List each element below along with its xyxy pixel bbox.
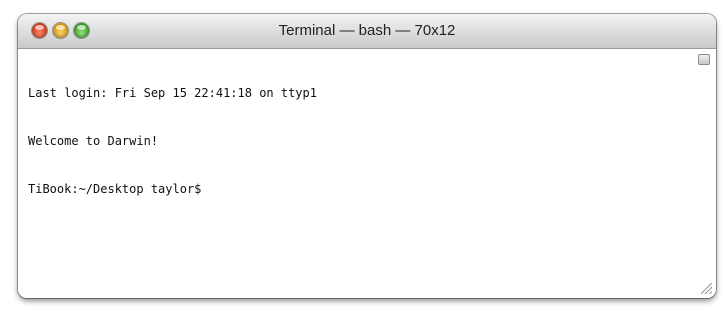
terminal-prompt: TiBook:~/Desktop taylor$: [28, 182, 202, 196]
terminal-line-last-login: Last login: Fri Sep 15 22:41:18 on ttyp1: [28, 86, 317, 100]
title-bar[interactable]: Terminal — bash — 70x12: [18, 14, 716, 49]
zoom-button[interactable]: [74, 23, 89, 38]
toolbar-toggle-icon[interactable]: [698, 54, 710, 65]
window-title: Terminal — bash — 70x12: [278, 22, 456, 39]
terminal-line-welcome: Welcome to Darwin!: [28, 134, 159, 148]
close-button[interactable]: [32, 23, 47, 38]
terminal-output: Last login: Fri Sep 15 22:41:18 on ttyp1…: [28, 53, 317, 229]
desktop: Terminal — bash — 70x12 Last login: Fri …: [0, 0, 726, 313]
resize-grip-icon[interactable]: [701, 283, 712, 294]
terminal-window: Terminal — bash — 70x12 Last login: Fri …: [18, 14, 716, 298]
terminal-content[interactable]: Last login: Fri Sep 15 22:41:18 on ttyp1…: [18, 49, 716, 298]
minimize-button[interactable]: [53, 23, 68, 38]
